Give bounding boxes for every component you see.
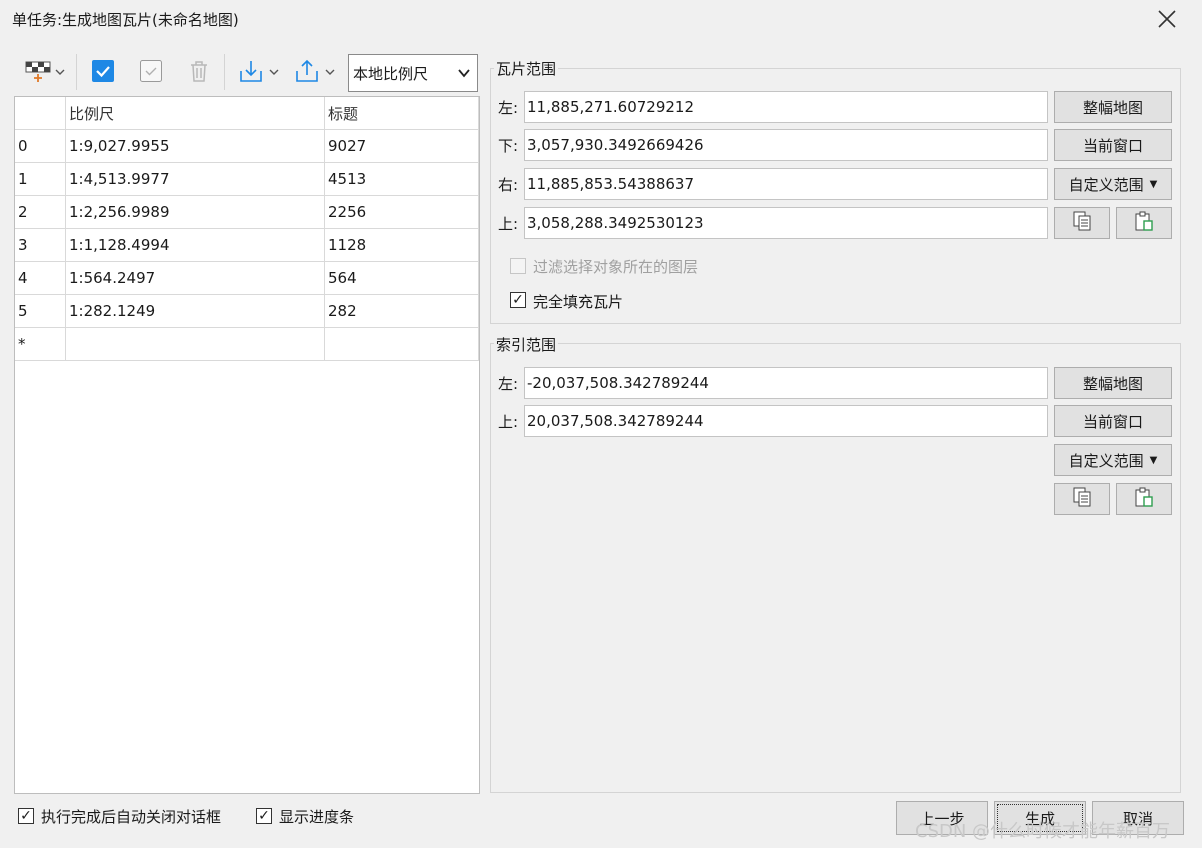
fill-tile-checkbox[interactable]: ✓ bbox=[510, 292, 526, 308]
column-header-index[interactable] bbox=[15, 97, 66, 130]
auto-close-label: 执行完成后自动关闭对话框 bbox=[41, 808, 222, 826]
title-cell[interactable]: 9027 bbox=[324, 129, 479, 163]
chevron-down-icon bbox=[457, 66, 471, 84]
index-left-field[interactable]: -20,037,508.342789244 bbox=[524, 367, 1048, 399]
deselect-all-button[interactable] bbox=[136, 58, 166, 88]
close-icon[interactable] bbox=[1156, 8, 1178, 30]
custom-range-label: 自定义范围 bbox=[1068, 451, 1144, 470]
tile-bottom-field[interactable]: 3,057,930.3492669426 bbox=[524, 129, 1048, 161]
scale-cell[interactable]: 1:2,256.9989 bbox=[65, 195, 325, 229]
index-top-label: 上: bbox=[498, 413, 519, 431]
checkmark-icon: ✓ bbox=[20, 808, 32, 824]
index-range-title: 索引范围 bbox=[494, 334, 559, 355]
title-cell[interactable]: 2256 bbox=[324, 195, 479, 229]
watermark: CSDN @什么时候才能年薪百万 bbox=[915, 821, 1171, 842]
scale-type-value: 本地比例尺 bbox=[353, 64, 429, 83]
select-all-button[interactable] bbox=[88, 58, 118, 88]
title-cell[interactable]: 4513 bbox=[324, 162, 479, 196]
row-index: 5 bbox=[15, 294, 66, 328]
new-row[interactable]: * bbox=[15, 327, 479, 361]
fill-tile-label: 完全填充瓦片 bbox=[533, 293, 624, 311]
delete-button[interactable] bbox=[184, 58, 214, 88]
checkmark-icon: ✓ bbox=[512, 292, 524, 308]
toolbar-separator bbox=[224, 54, 225, 90]
title-cell[interactable]: 282 bbox=[324, 294, 479, 328]
show-progress-label: 显示进度条 bbox=[279, 808, 355, 826]
tile-bottom-label: 下: bbox=[498, 137, 519, 155]
import-icon bbox=[238, 59, 264, 87]
index-copy-button[interactable] bbox=[1054, 483, 1110, 515]
table-row[interactable]: 0 1:9,027.9955 9027 bbox=[15, 129, 479, 163]
row-index: 1 bbox=[15, 162, 66, 196]
tile-top-field[interactable]: 3,058,288.3492530123 bbox=[524, 207, 1048, 239]
scale-cell[interactable]: 1:9,027.9955 bbox=[65, 129, 325, 163]
index-left-label: 左: bbox=[498, 375, 519, 393]
title-cell[interactable] bbox=[324, 327, 479, 361]
tile-right-label: 右: bbox=[498, 176, 519, 194]
title-cell[interactable]: 1128 bbox=[324, 228, 479, 262]
index-top-field[interactable]: 20,037,508.342789244 bbox=[524, 405, 1048, 437]
title-cell[interactable]: 564 bbox=[324, 261, 479, 295]
scale-cell[interactable] bbox=[65, 327, 325, 361]
export-icon bbox=[294, 59, 320, 87]
row-index: 3 bbox=[15, 228, 66, 262]
index-custom-range-button[interactable]: 自定义范围 ▼ bbox=[1054, 444, 1172, 476]
tile-paste-button[interactable] bbox=[1116, 207, 1172, 239]
import-button[interactable] bbox=[234, 58, 284, 88]
table-row[interactable]: 5 1:282.1249 282 bbox=[15, 294, 479, 328]
scale-table[interactable]: 比例尺 标题 0 1:9,027.9955 9027 1 1:4,513.997… bbox=[14, 96, 480, 794]
index-current-window-button[interactable]: 当前窗口 bbox=[1054, 405, 1172, 437]
filter-layer-checkbox[interactable] bbox=[510, 258, 526, 274]
table-row[interactable]: 1 1:4,513.9977 4513 bbox=[15, 162, 479, 196]
tile-current-window-button[interactable]: 当前窗口 bbox=[1054, 129, 1172, 161]
scale-cell[interactable]: 1:282.1249 bbox=[65, 294, 325, 328]
add-scale-button[interactable] bbox=[20, 58, 70, 88]
scale-cell[interactable]: 1:4,513.9977 bbox=[65, 162, 325, 196]
scale-type-select[interactable]: 本地比例尺 bbox=[348, 54, 478, 92]
tile-left-label: 左: bbox=[498, 99, 519, 117]
show-progress-checkbox[interactable]: ✓ bbox=[256, 808, 272, 824]
export-button[interactable] bbox=[290, 58, 340, 88]
check-all-icon bbox=[91, 59, 115, 87]
tile-left-field[interactable]: 11,885,271.60729212 bbox=[524, 91, 1048, 123]
copy-icon bbox=[1071, 210, 1093, 236]
tile-top-label: 上: bbox=[498, 215, 519, 233]
toolbar-separator bbox=[76, 54, 77, 90]
window-title: 单任务:生成地图瓦片(未命名地图) bbox=[12, 11, 239, 29]
checkmark-icon: ✓ bbox=[258, 808, 270, 824]
custom-range-label: 自定义范围 bbox=[1068, 175, 1144, 194]
index-paste-button[interactable] bbox=[1116, 483, 1172, 515]
table-row[interactable]: 4 1:564.2497 564 bbox=[15, 261, 479, 295]
tile-custom-range-button[interactable]: 自定义范围 ▼ bbox=[1054, 168, 1172, 200]
tile-copy-button[interactable] bbox=[1054, 207, 1110, 239]
chevron-down-icon bbox=[324, 64, 336, 82]
row-index: 4 bbox=[15, 261, 66, 295]
tile-range-title: 瓦片范围 bbox=[494, 58, 559, 79]
table-row[interactable]: 3 1:1,128.4994 1128 bbox=[15, 228, 479, 262]
caret-down-icon: ▼ bbox=[1149, 454, 1158, 466]
tile-right-field[interactable]: 11,885,853.54388637 bbox=[524, 168, 1048, 200]
table-header-row: 比例尺 标题 bbox=[15, 97, 479, 130]
chevron-down-icon bbox=[268, 64, 280, 82]
row-index: 0 bbox=[15, 129, 66, 163]
new-row-marker: * bbox=[15, 327, 66, 361]
caret-down-icon: ▼ bbox=[1149, 178, 1158, 190]
scale-cell[interactable]: 1:1,128.4994 bbox=[65, 228, 325, 262]
paste-icon bbox=[1133, 210, 1155, 236]
tile-full-map-button[interactable]: 整幅地图 bbox=[1054, 91, 1172, 123]
column-header-title[interactable]: 标题 bbox=[324, 97, 479, 130]
column-header-scale[interactable]: 比例尺 bbox=[65, 97, 325, 130]
table-row[interactable]: 2 1:2,256.9989 2256 bbox=[15, 195, 479, 229]
row-index: 2 bbox=[15, 195, 66, 229]
chevron-down-icon bbox=[54, 64, 66, 82]
scale-cell[interactable]: 1:564.2497 bbox=[65, 261, 325, 295]
filter-layer-label: 过滤选择对象所在的图层 bbox=[533, 258, 699, 276]
paste-icon bbox=[1133, 486, 1155, 512]
copy-icon bbox=[1071, 486, 1093, 512]
uncheck-icon bbox=[139, 59, 163, 87]
trash-icon bbox=[188, 59, 210, 87]
auto-close-checkbox[interactable]: ✓ bbox=[18, 808, 34, 824]
grid-add-icon bbox=[24, 59, 52, 87]
index-full-map-button[interactable]: 整幅地图 bbox=[1054, 367, 1172, 399]
